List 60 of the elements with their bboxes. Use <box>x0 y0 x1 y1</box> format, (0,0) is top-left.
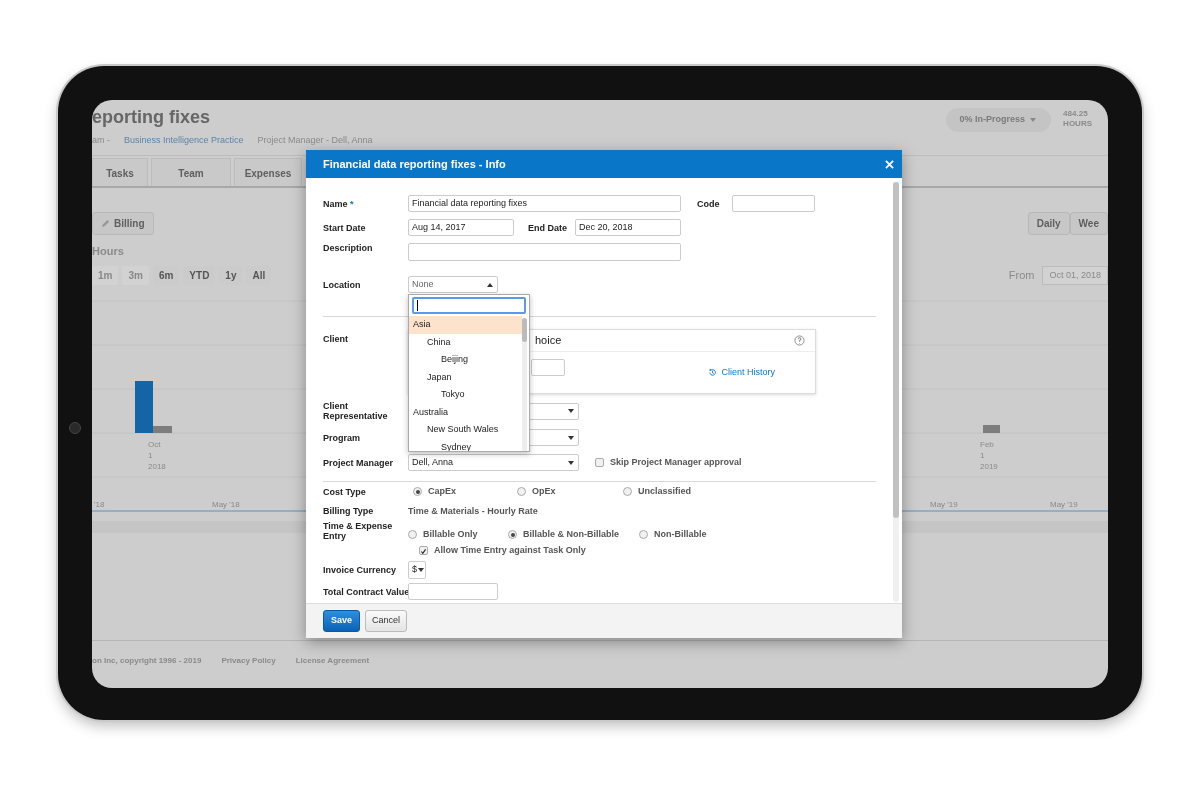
axis-label: 2019 <box>980 462 998 471</box>
field-label: Total Contract Value <box>323 586 408 597</box>
field-label: Time & Expense Entry <box>323 520 394 541</box>
radio-button[interactable]: OpEx <box>517 485 618 499</box>
hours-value: 484.25 <box>1063 109 1089 119</box>
date-field[interactable]: Aug 14, 2017 <box>408 219 514 236</box>
field-label: Start Date <box>323 222 367 233</box>
breadcrumb-text: Project Manager - Dell, Anna <box>257 134 373 147</box>
client-history-link[interactable]: Client History <box>708 366 775 380</box>
copyright-text: on Inc, copyright 1996 - 2019 <box>92 655 202 667</box>
dropdown-option[interactable]: New South Wales <box>409 421 522 439</box>
field-label: Name * <box>323 198 355 209</box>
hours-heading: Hours <box>92 245 124 257</box>
billing-type-value: Time & Materials - Hourly Rate <box>408 504 538 518</box>
field-label: Program <box>323 432 361 443</box>
field-label: End Date <box>528 222 568 233</box>
select-field[interactable]: Dell, Anna <box>408 454 579 471</box>
hours-unit: HOURS <box>1063 119 1092 129</box>
radio-button[interactable]: Billable Only <box>408 528 503 542</box>
cancel-button[interactable]: Cancel <box>365 610 408 632</box>
page-title: eporting fixes <box>92 106 212 128</box>
field-label: Description <box>323 243 374 253</box>
field-label: Location <box>323 279 362 290</box>
view-button[interactable]: Daily <box>1027 212 1070 235</box>
field-label: Cost Type <box>323 486 367 497</box>
text-field[interactable]: Financial data reporting fixes <box>408 195 681 212</box>
currency-dropdown[interactable]: $ <box>408 561 426 579</box>
dropdown-option[interactable]: Beijing <box>409 351 522 369</box>
tab[interactable]: Expenses <box>234 158 302 186</box>
tab[interactable]: Tasks <box>92 158 148 186</box>
field-label: Invoice Currency <box>323 565 398 575</box>
tab[interactable]: Team <box>151 158 231 186</box>
field-label: Code <box>697 198 721 209</box>
field-label: Project Manager <box>323 457 395 468</box>
dropdown-option[interactable]: Australia <box>409 403 522 421</box>
hint-text: hoice <box>535 333 562 349</box>
checkbox[interactable]: Allow Time Entry against Task Only <box>419 543 586 557</box>
save-button[interactable]: Save <box>323 610 361 632</box>
from-label: From <box>1008 268 1035 283</box>
dialog-title: Financial data reporting fixes - Info <box>323 156 506 172</box>
dropdown-option[interactable]: Tokyo <box>409 386 522 404</box>
radio-button[interactable]: Billable & Non-Billable <box>508 528 634 542</box>
dropdown-option[interactable]: China <box>409 333 522 351</box>
dropdown-option[interactable]: Asia <box>409 316 522 334</box>
checkbox[interactable]: Skip Project Manager approval <box>595 455 742 470</box>
field-label: Billing Type <box>323 506 375 517</box>
radio-button[interactable]: Non-Billable <box>639 528 759 542</box>
radio-button[interactable]: CapEx <box>413 485 512 499</box>
axis-label: 2018 <box>148 462 166 471</box>
date-field[interactable]: Dec 20, 2018 <box>575 219 681 236</box>
axis-label: 1 <box>980 451 985 460</box>
radio-button[interactable]: Unclassified <box>623 485 743 499</box>
dropdown-option[interactable]: Sydney <box>409 438 522 451</box>
view-button[interactable]: Wee <box>1069 212 1108 235</box>
billing-button[interactable]: Billing <box>92 212 154 235</box>
field-label: Client Representative <box>323 401 389 421</box>
location-dropdown[interactable]: None <box>408 276 498 293</box>
axis-label: 1 <box>148 451 153 460</box>
field-label: Client <box>323 334 349 344</box>
dropdown-option[interactable]: Japan <box>409 368 522 386</box>
